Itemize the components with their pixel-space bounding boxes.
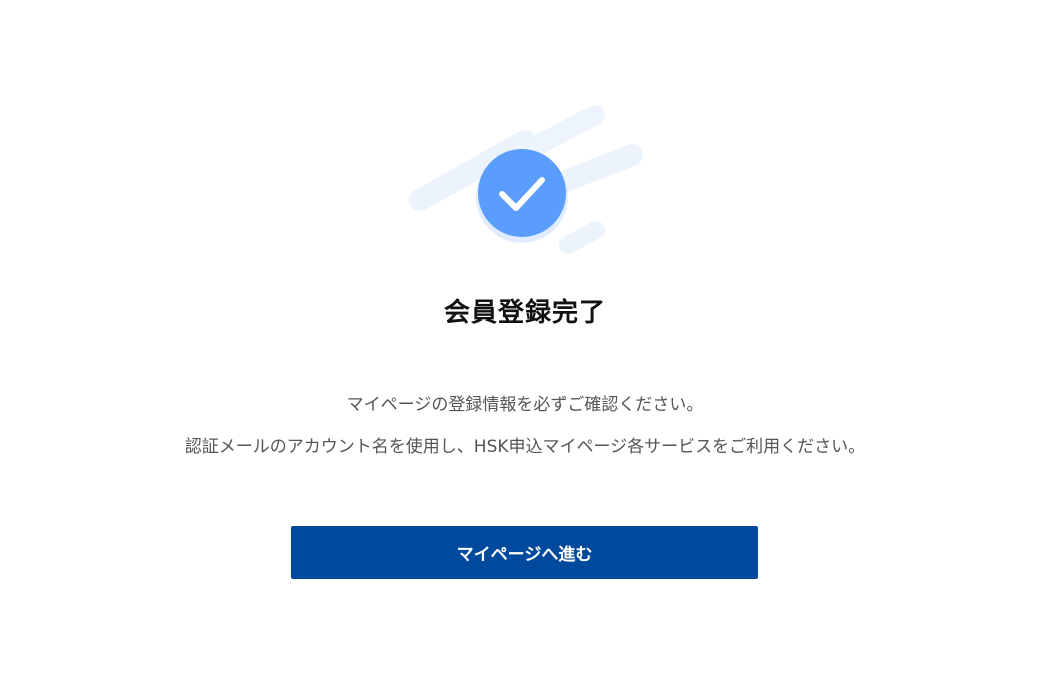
confirmation-message: マイページの登録情報を必ずご確認ください。 (346, 395, 704, 415)
go-to-mypage-button-label: マイページへ進む (456, 545, 593, 565)
page-title: 会員登録完了 (443, 298, 606, 328)
usage-message: 認証メールのアカウント名を使用し、HSK申込マイページ各サービスをご利用ください… (184, 437, 866, 457)
registration-complete-page: 会員登録完了 マイページの登録情報を必ずご確認ください。 認証メールのアカウント… (0, 0, 1050, 700)
go-to-mypage-button[interactable]: マイページへ進む (291, 526, 758, 579)
check-circle-icon (476, 149, 568, 243)
success-illustration (409, 105, 643, 254)
